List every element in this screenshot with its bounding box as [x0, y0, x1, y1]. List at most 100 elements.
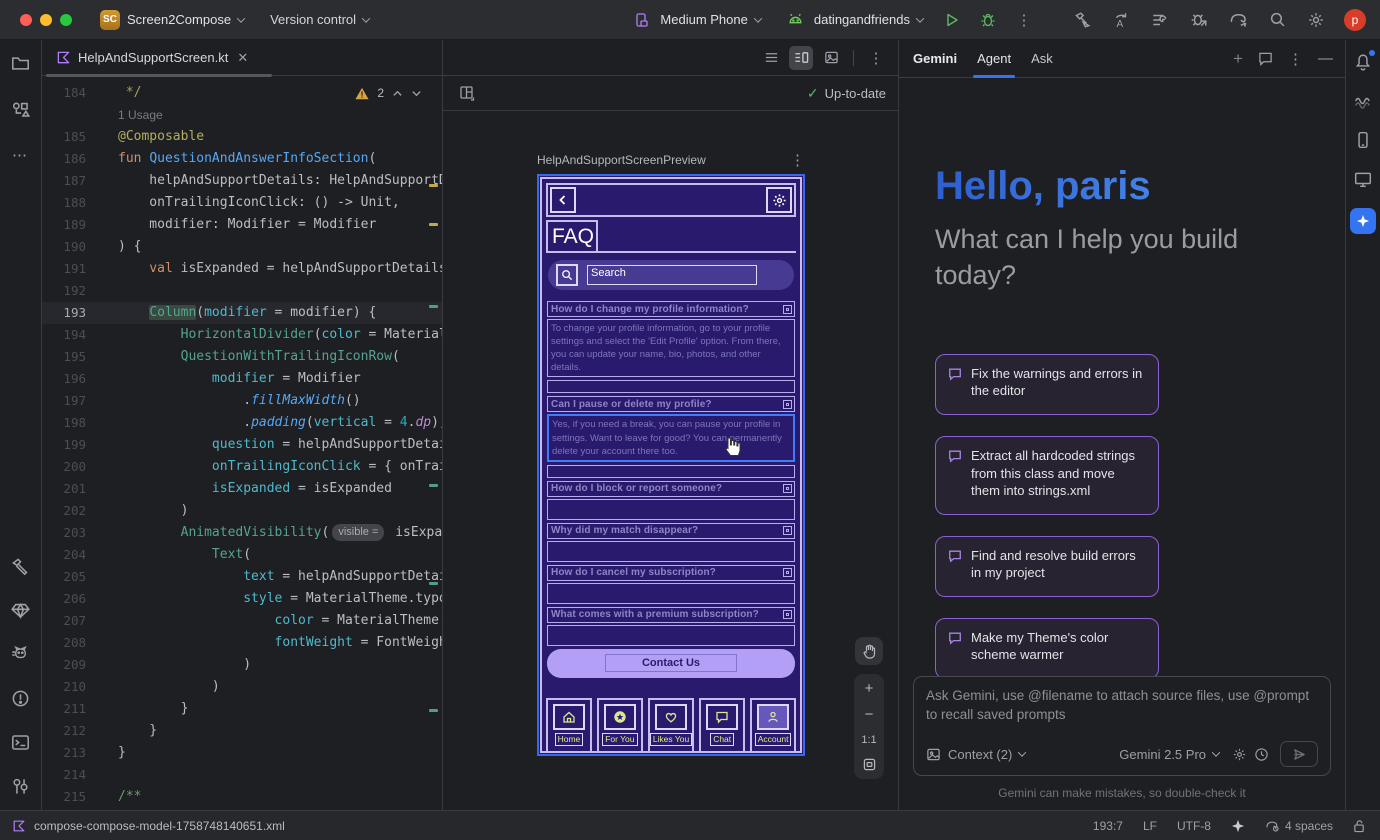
- zoom-to-fit-button[interactable]: [863, 758, 876, 771]
- code-line[interactable]: 212 }: [42, 720, 442, 742]
- code-lines[interactable]: 184 */1 Usage185@Composable186fun Questi…: [42, 76, 442, 810]
- preview-layout-icon[interactable]: [455, 81, 479, 105]
- maximize-window-button[interactable]: [60, 14, 72, 26]
- minimize-window-button[interactable]: [40, 14, 52, 26]
- zoom-out-button[interactable]: −: [865, 708, 874, 722]
- chat-history-icon[interactable]: [1258, 51, 1273, 66]
- new-chat-icon[interactable]: +: [1233, 49, 1243, 69]
- bookmarks-icon[interactable]: [11, 776, 31, 796]
- code-line[interactable]: 201 isExpanded = isExpanded: [42, 478, 442, 500]
- search-everywhere-button[interactable]: [1266, 9, 1288, 31]
- caret-position[interactable]: 193:7: [1093, 819, 1123, 833]
- preview-canvas[interactable]: HelpAndSupportScreenPreview ⋮: [443, 111, 898, 810]
- gemini-settings-icon[interactable]: [1232, 747, 1247, 762]
- suggestion-card[interactable]: Extract all hardcoded strings from this …: [935, 436, 1159, 515]
- settings-button[interactable]: [1305, 9, 1327, 31]
- run-button[interactable]: [941, 9, 963, 31]
- code-line[interactable]: 204 Text(: [42, 544, 442, 566]
- expand-icon[interactable]: [783, 568, 792, 577]
- logcat-icon[interactable]: [11, 644, 31, 664]
- more-actions-icon[interactable]: ⋮: [1013, 9, 1035, 31]
- expand-icon[interactable]: [783, 610, 792, 619]
- user-avatar[interactable]: p: [1344, 9, 1366, 31]
- code-line[interactable]: 206 style = MaterialTheme.typo: [42, 588, 442, 610]
- project-tool-icon[interactable]: [11, 53, 31, 73]
- app-insights-icon[interactable]: [1353, 91, 1373, 111]
- design-view-button[interactable]: [819, 46, 843, 70]
- code-view-button[interactable]: [759, 46, 783, 70]
- device-manager-icon[interactable]: [1353, 169, 1373, 189]
- nav-item-home[interactable]: Home: [546, 698, 592, 753]
- change-stripe-mark[interactable]: [429, 582, 438, 585]
- code-line[interactable]: 192: [42, 280, 442, 302]
- code-line[interactable]: 202 ): [42, 500, 442, 522]
- suggestion-card[interactable]: Fix the warnings and errors in the edito…: [935, 354, 1159, 415]
- terminal-icon[interactable]: [11, 732, 31, 752]
- app-inspection-icon[interactable]: [11, 600, 31, 620]
- warning-stripe-mark[interactable]: [429, 184, 438, 187]
- suggestion-card[interactable]: Make my Theme's color scheme warmer: [935, 618, 1159, 676]
- more-tool-windows-icon[interactable]: ⋯: [11, 145, 31, 165]
- change-stripe-mark[interactable]: [429, 484, 438, 487]
- usage-inlay-hint[interactable]: 1 Usage: [118, 108, 163, 122]
- code-line[interactable]: 195 QuestionWithTrailingIconRow(: [42, 346, 442, 368]
- zoom-in-button[interactable]: +: [865, 682, 874, 696]
- attach-image-icon[interactable]: [926, 747, 941, 762]
- code-line[interactable]: 188 onTrailingIconClick: () -> Unit,: [42, 192, 442, 214]
- code-line[interactable]: 189 modifier: Modifier = Modifier: [42, 214, 442, 236]
- code-line[interactable]: 196 modifier = Modifier: [42, 368, 442, 390]
- contact-us-button[interactable]: Contact Us: [547, 649, 795, 678]
- build-tool-icon[interactable]: [11, 556, 31, 576]
- gradle-sync-button[interactable]: [1227, 9, 1249, 31]
- unlock-icon[interactable]: [1353, 819, 1366, 833]
- context-selector[interactable]: Context (2): [948, 747, 1012, 762]
- faq-question[interactable]: Can I pause or delete my profile?: [547, 396, 795, 412]
- code-line[interactable]: 200 onTrailingIconClick = { onTrai: [42, 456, 442, 478]
- code-line[interactable]: 186fun QuestionAndAnswerInfoSection(: [42, 148, 442, 170]
- nav-item-for-you[interactable]: For You: [597, 698, 643, 753]
- profiler-button[interactable]: [1188, 9, 1210, 31]
- preview-title[interactable]: HelpAndSupportScreenPreview: [537, 153, 706, 167]
- expand-icon[interactable]: [783, 484, 792, 493]
- debug-button[interactable]: [977, 9, 999, 31]
- close-tab-icon[interactable]: ✕: [237, 50, 248, 66]
- code-line[interactable]: 205 text = helpAndSupportDetai: [42, 566, 442, 588]
- code-line[interactable]: 210 ): [42, 676, 442, 698]
- build-button[interactable]: [1071, 9, 1093, 31]
- code-line[interactable]: 187 helpAndSupportDetails: HelpAndSuppor…: [42, 170, 442, 192]
- preview-sync-status[interactable]: ✓ Up-to-date: [807, 85, 886, 102]
- tab-agent[interactable]: Agent: [977, 40, 1011, 78]
- device-selector[interactable]: Medium Phone: [631, 9, 760, 31]
- faq-question[interactable]: How do I change my profile information?: [547, 301, 795, 317]
- inspection-widget[interactable]: 2: [355, 86, 422, 100]
- nav-item-account[interactable]: Account: [750, 698, 796, 753]
- indent-setting[interactable]: 4 spaces: [1265, 818, 1333, 833]
- preview-item-options-icon[interactable]: ⋮: [790, 151, 805, 169]
- search-input[interactable]: Search: [587, 265, 757, 285]
- history-icon[interactable]: [1254, 747, 1269, 762]
- zoom-actual-size-button[interactable]: 1:1: [861, 734, 876, 746]
- code-line[interactable]: 209 ): [42, 654, 442, 676]
- search-bar[interactable]: Search: [548, 260, 794, 290]
- editor-tab[interactable]: HelpAndSupportScreen.kt ✕: [42, 40, 258, 75]
- change-stripe-mark[interactable]: [429, 305, 438, 308]
- resource-manager-icon[interactable]: [11, 99, 31, 119]
- code-line[interactable]: 214: [42, 764, 442, 786]
- change-stripe-mark[interactable]: [429, 709, 438, 712]
- split-view-button[interactable]: [789, 46, 813, 70]
- preview-options-icon[interactable]: ⋮: [864, 46, 888, 70]
- code-line[interactable]: 194 HorizontalDivider(color = Material: [42, 324, 442, 346]
- line-separator[interactable]: LF: [1143, 819, 1157, 833]
- run-config-selector[interactable]: datingandfriends: [785, 9, 923, 31]
- gemini-input-box[interactable]: Ask Gemini, use @filename to attach sour…: [913, 676, 1331, 776]
- close-window-button[interactable]: [20, 14, 32, 26]
- code-line[interactable]: 207 color = MaterialTheme.: [42, 610, 442, 632]
- code-line[interactable]: 1 Usage: [42, 104, 442, 126]
- code-line[interactable]: 198 .padding(vertical = 4.dp),: [42, 412, 442, 434]
- back-button[interactable]: [550, 187, 576, 213]
- code-line[interactable]: 190) {: [42, 236, 442, 258]
- running-devices-icon[interactable]: [1353, 130, 1373, 150]
- warning-stripe-mark[interactable]: [429, 223, 438, 226]
- faq-question[interactable]: How do I block or report someone?: [547, 481, 795, 497]
- code-line[interactable]: 203 AnimatedVisibility(visible = isExpan: [42, 522, 442, 544]
